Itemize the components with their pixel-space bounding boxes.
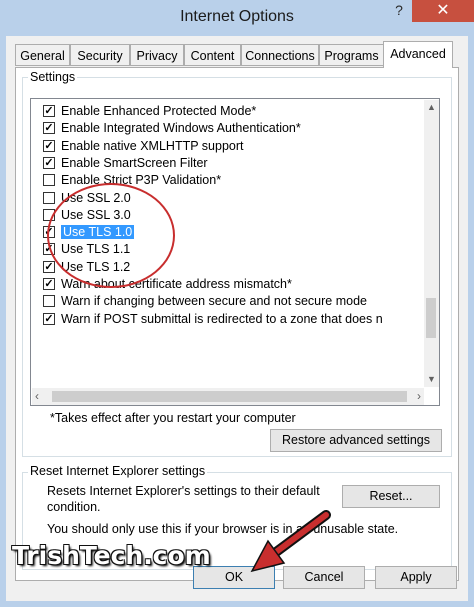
dialog-body: General Security Privacy Content Connect…	[6, 36, 468, 601]
tab-general[interactable]: General	[15, 44, 70, 66]
tab-advanced[interactable]: Advanced	[383, 41, 453, 68]
vertical-scroll-thumb[interactable]	[426, 298, 436, 338]
setting-item[interactable]: Warn if changing between secure and not …	[43, 293, 367, 310]
horizontal-scrollbar[interactable]: ‹ ›	[32, 388, 424, 405]
restart-note: *Takes effect after you restart your com…	[50, 411, 296, 425]
setting-item[interactable]: ✓ Enable Enhanced Protected Mode*	[43, 103, 257, 120]
tab-security[interactable]: Security	[70, 44, 130, 66]
setting-item[interactable]: ✓ Warn if POST submittal is redirected to…	[43, 311, 383, 328]
setting-item-label: Warn if POST submittal is redirected to …	[61, 311, 383, 326]
apply-button[interactable]: Apply	[375, 566, 457, 589]
setting-item[interactable]: ✓ Enable Integrated Windows Authenticatio…	[43, 120, 301, 137]
setting-item-label: Enable Enhanced Protected Mode*	[61, 104, 257, 118]
checkbox[interactable]	[43, 191, 55, 204]
title-bar[interactable]: Internet Options ? ✕	[0, 0, 474, 36]
setting-item-label: Enable Strict P3P Validation*	[61, 173, 222, 188]
checkbox[interactable]: ✓	[43, 312, 55, 325]
horizontal-scroll-thumb[interactable]	[52, 391, 407, 402]
help-button[interactable]: ?	[386, 0, 412, 22]
checkbox[interactable]: ✓	[43, 278, 55, 290]
tab-connections[interactable]: Connections	[241, 44, 319, 66]
checkbox[interactable]	[43, 174, 55, 187]
internet-options-window: Internet Options ? ✕ General Security Pr…	[0, 0, 474, 607]
checkbox[interactable]: ✓	[43, 156, 55, 169]
tab-programs[interactable]: Programs	[319, 44, 384, 66]
reset-description-line1: Resets Internet Explorer's settings to t…	[47, 484, 320, 498]
checkbox[interactable]: ✓	[43, 260, 55, 273]
watermark-logo: TrishTech.com	[12, 541, 211, 570]
setting-item-label: Enable SmartScreen Filter	[61, 155, 208, 170]
scroll-left-arrow-icon[interactable]: ‹	[35, 388, 39, 405]
scroll-up-arrow-icon[interactable]: ▲	[424, 100, 439, 115]
setting-item[interactable]: ✓ Enable native XMLHTTP support	[43, 138, 244, 155]
setting-item-label: Enable Integrated Windows Authentication…	[61, 121, 301, 136]
tab-content[interactable]: Content	[184, 44, 241, 66]
close-button[interactable]: ✕	[412, 0, 474, 22]
reset-group-label: Reset Internet Explorer settings	[28, 464, 208, 478]
checkbox[interactable]: ✓	[43, 105, 55, 117]
highlight-ellipse-annotation	[47, 183, 175, 288]
setting-item[interactable]: ✓ Enable SmartScreen Filter	[43, 155, 208, 172]
restore-advanced-settings-button[interactable]: Restore advanced settings	[270, 429, 442, 452]
reset-warning: You should only use this if your browser…	[47, 522, 399, 536]
reset-description-line2: condition.	[47, 500, 101, 514]
scroll-down-arrow-icon[interactable]: ▼	[424, 372, 439, 387]
setting-item-label: Warn if changing between secure and not …	[61, 294, 367, 309]
settings-group-label: Settings	[28, 70, 78, 84]
checkbox[interactable]	[43, 295, 55, 308]
checkbox[interactable]: ✓	[43, 139, 55, 152]
setting-item-label: Enable native XMLHTTP support	[61, 138, 244, 153]
scroll-right-arrow-icon[interactable]: ›	[417, 388, 421, 405]
cancel-button[interactable]: Cancel	[283, 566, 365, 589]
checkbox[interactable]: ✓	[43, 122, 55, 135]
vertical-scrollbar[interactable]: ▲ ▼	[424, 100, 439, 387]
advanced-tab-panel: Settings ✓ Enable Enhanced Protected Mode…	[15, 67, 459, 581]
reset-button[interactable]: Reset...	[342, 485, 440, 508]
tab-privacy[interactable]: Privacy	[130, 44, 184, 66]
